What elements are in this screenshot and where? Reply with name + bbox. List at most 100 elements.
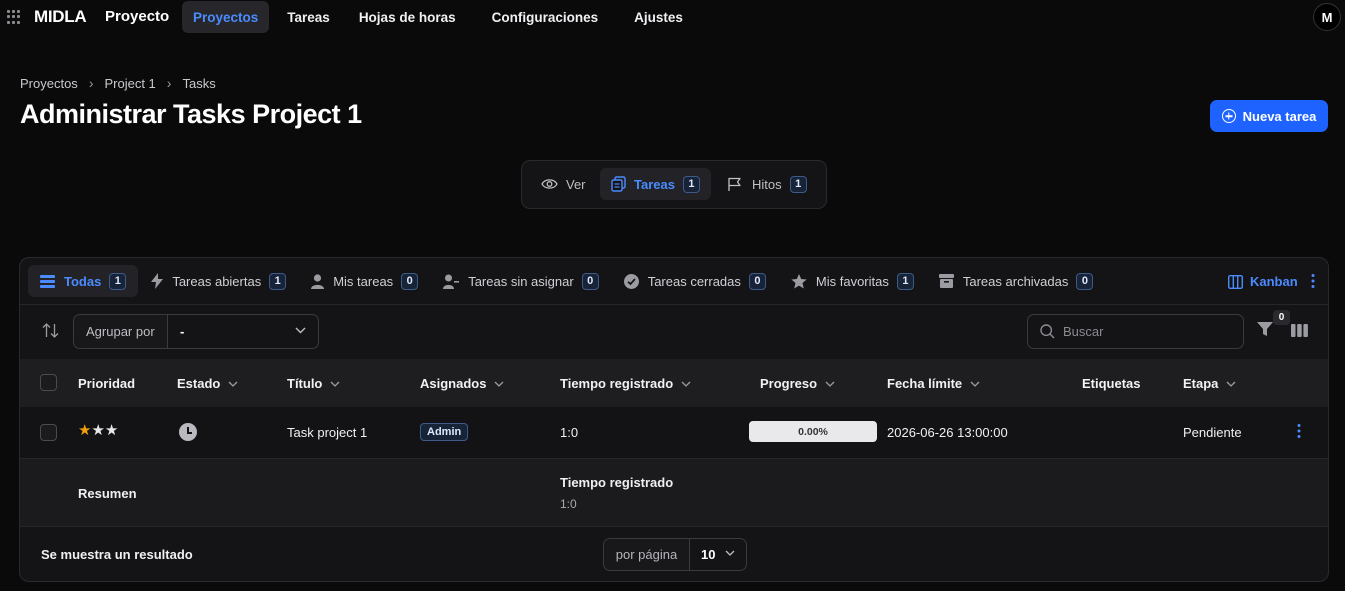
per-page-value: 10 — [701, 547, 716, 562]
column-label: Título — [287, 376, 323, 391]
column-etiquetas: Etiquetas — [1082, 376, 1141, 391]
column-asignados[interactable]: Asignados — [420, 376, 504, 391]
tab-ver[interactable]: Ver — [531, 168, 596, 200]
filter-tab-label: Tareas abiertas — [172, 273, 262, 289]
task-title[interactable]: Task project 1 — [287, 425, 367, 440]
filter-tab-label: Mis tareas — [333, 273, 394, 289]
column-prioridad: Prioridad — [78, 376, 135, 391]
tab-hitos[interactable]: Hitos 1 — [717, 168, 817, 200]
column-label: Etiquetas — [1082, 376, 1141, 391]
chevron-down-icon — [330, 381, 340, 387]
filter-tab-label: Todas — [64, 273, 102, 289]
table-header: Prioridad Estado Título Asignados Tiempo… — [20, 359, 1328, 407]
nav-links: Proyectos Tareas Hojas de horas Configur… — [182, 1, 697, 33]
time-logged: 1:0 — [560, 425, 579, 440]
column-titulo[interactable]: Título — [287, 376, 340, 391]
progress-value: 0.00% — [798, 425, 828, 438]
flag-icon — [728, 177, 741, 191]
due-date: 2026-06-26 13:00:00 — [887, 425, 1008, 440]
page-title: Administrar Tasks Project 1 — [20, 99, 362, 129]
filter-tab-tareas-abiertas[interactable]: Tareas abiertas 1 — [139, 265, 298, 297]
search-input[interactable]: Buscar — [1027, 314, 1244, 349]
count-badge: 1 — [789, 175, 807, 193]
kanban-view-button[interactable]: Kanban — [1228, 274, 1298, 289]
chevron-down-icon — [495, 381, 504, 387]
group-by-value: - — [168, 315, 318, 348]
new-task-button[interactable]: Nueva tarea — [1210, 100, 1328, 132]
tab-tareas[interactable]: Tareas 1 — [600, 168, 711, 200]
clock-icon — [179, 423, 197, 441]
nav-link-configuraciones[interactable]: Configuraciones — [481, 1, 610, 33]
bolt-icon — [151, 273, 164, 289]
search-icon — [1040, 324, 1055, 339]
stage: Pendiente — [1183, 425, 1242, 440]
user-icon — [311, 273, 325, 289]
summary-row: Resumen Tiempo registrado 1:0 — [20, 459, 1328, 527]
filter-tab-tareas-archivadas[interactable]: Tareas archivadas 0 — [927, 265, 1106, 297]
column-estado[interactable]: Estado — [177, 376, 238, 391]
column-label: Prioridad — [78, 376, 136, 391]
filter-tab-tareas-cerradas[interactable]: Tareas cerradas 0 — [612, 265, 778, 297]
column-label: Estado — [177, 376, 221, 391]
more-vertical-icon[interactable] — [1310, 273, 1316, 289]
table-row[interactable]: ★★★ Task project 1 Admin 1:0 0.00% 2026-… — [20, 407, 1328, 458]
filter-tab-tareas-sin-asignar[interactable]: Tareas sin asignar 0 — [431, 265, 611, 297]
count-badge: 1 — [682, 175, 700, 193]
summary-label: Resumen — [78, 486, 137, 501]
context-label: Proyecto — [105, 8, 170, 25]
plus-circle-icon — [1221, 109, 1236, 123]
columns-icon[interactable] — [1291, 324, 1308, 337]
list-icon — [40, 274, 55, 288]
assignee-badge: Admin — [420, 423, 469, 441]
eye-icon — [541, 179, 558, 189]
filter-tab-label: Tareas cerradas — [647, 273, 741, 289]
progress-bar: 0.00% — [749, 421, 877, 442]
star-icon[interactable]: ★ — [91, 422, 104, 439]
avatar[interactable]: M — [1313, 3, 1341, 31]
nav-link-ajustes[interactable]: Ajustes — [623, 1, 694, 33]
breadcrumb-item[interactable]: Proyectos — [20, 76, 78, 91]
row-checkbox[interactable] — [40, 424, 57, 441]
count-badge: 0 — [748, 272, 766, 290]
filter-tab-mis-favoritas[interactable]: Mis favoritas 1 — [779, 265, 926, 297]
filter-icon[interactable] — [1257, 321, 1273, 337]
nav-link-hojas-de-horas[interactable]: Hojas de horas — [348, 1, 467, 33]
brand-logo[interactable]: MIDLA — [34, 7, 87, 27]
nav-link-proyectos[interactable]: Proyectos — [182, 1, 270, 33]
star-icon[interactable]: ★ — [78, 422, 91, 439]
per-page-select[interactable]: por página 10 — [603, 538, 747, 571]
check-circle-icon — [623, 273, 639, 289]
sort-icon[interactable] — [42, 323, 59, 338]
chevron-down-icon — [1226, 381, 1236, 387]
kanban-label: Kanban — [1250, 274, 1298, 289]
select-all-checkbox[interactable] — [40, 374, 57, 391]
column-label: Progreso — [760, 376, 818, 391]
nav-link-tareas[interactable]: Tareas — [276, 1, 341, 33]
filter-tabs: Todas 1 Tareas abiertas 1 Mis tareas 0 T… — [28, 265, 1106, 297]
summary-time-heading: Tiempo registrado — [560, 475, 674, 490]
column-label: Etapa — [1183, 376, 1219, 391]
chevron-down-icon — [970, 381, 980, 387]
app-grid-icon[interactable] — [7, 10, 21, 24]
breadcrumb-item[interactable]: Project 1 — [104, 76, 155, 91]
priority-stars[interactable]: ★★★ — [78, 421, 118, 439]
filter-tab-todas[interactable]: Todas 1 — [28, 265, 139, 297]
column-progreso[interactable]: Progreso — [760, 376, 835, 391]
column-tiempo-registrado[interactable]: Tiempo registrado — [560, 376, 691, 391]
group-by-label: Agrupar por — [74, 315, 168, 348]
clipboard-icon — [611, 176, 626, 192]
column-etapa[interactable]: Etapa — [1183, 376, 1236, 391]
column-label: Fecha límite — [887, 376, 963, 391]
summary-time-value: 1:0 — [560, 497, 577, 511]
row-actions-icon[interactable] — [1296, 423, 1302, 439]
count-badge: 0 — [401, 272, 419, 290]
chevron-right-icon: › — [166, 75, 172, 91]
filter-tab-mis-tareas[interactable]: Mis tareas 0 — [299, 265, 430, 297]
column-fecha-limite[interactable]: Fecha límite — [887, 376, 980, 391]
column-label: Tiempo registrado — [560, 376, 674, 391]
group-by-select[interactable]: Agrupar por - — [73, 314, 319, 349]
count-badge: 0 — [1076, 272, 1094, 290]
filter-count-badge: 0 — [1273, 310, 1290, 325]
user-minus-icon — [443, 274, 460, 289]
star-icon[interactable]: ★ — [105, 422, 118, 439]
